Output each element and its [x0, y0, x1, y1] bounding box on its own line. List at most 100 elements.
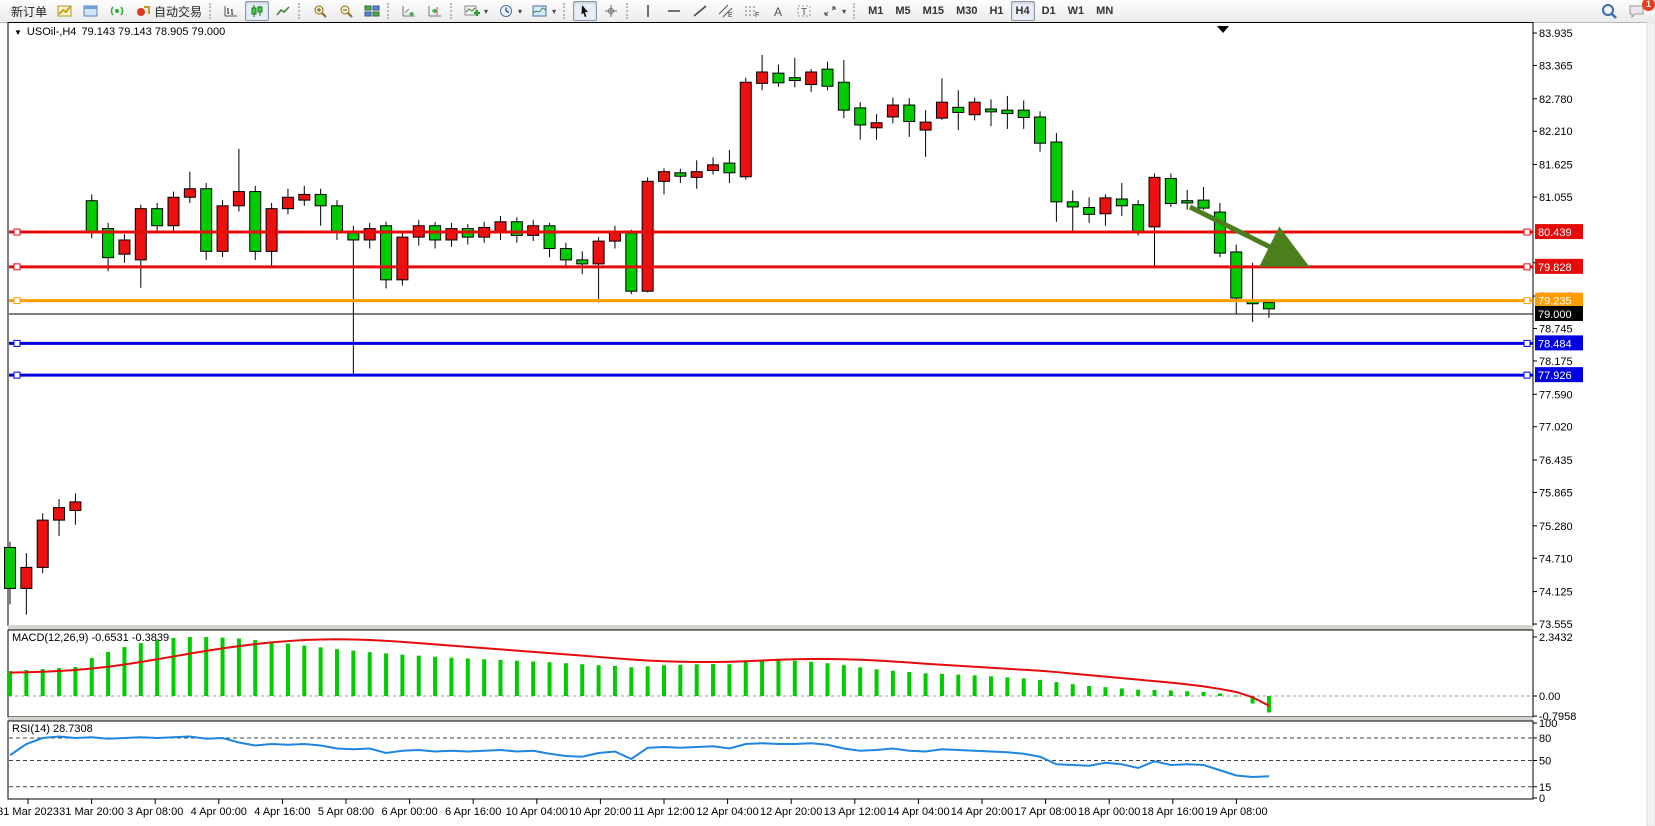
textT-icon: T	[796, 4, 812, 18]
rsi-scale-label: 0	[1539, 793, 1545, 805]
timeframe-m15[interactable]: M15	[918, 1, 949, 21]
timeframe-h4[interactable]: H4	[1011, 1, 1035, 21]
macd-histogram-bar	[548, 662, 552, 696]
profiles-button[interactable]	[79, 1, 103, 21]
line-handle[interactable]	[1524, 298, 1530, 304]
candles-icon	[249, 4, 265, 18]
crosshair-icon	[603, 4, 619, 18]
new-chart-button[interactable]	[53, 1, 77, 21]
tile-windows-button[interactable]	[360, 1, 384, 21]
templates-button[interactable]: ▾	[528, 1, 560, 21]
line-handle[interactable]	[1524, 340, 1530, 346]
cursor-button[interactable]	[573, 1, 597, 21]
timeframe-h1[interactable]: H1	[984, 1, 1008, 21]
bluewindow-icon	[83, 4, 99, 18]
macd-histogram-bar	[1022, 678, 1026, 696]
price-tick-label: 82.780	[1539, 94, 1573, 106]
macd-histogram-bar	[973, 675, 977, 696]
auto-scroll-button[interactable]	[397, 1, 421, 21]
macd-histogram-bar	[842, 665, 846, 696]
timeframe-m5[interactable]: M5	[890, 1, 915, 21]
timeframe-w1[interactable]: W1	[1063, 1, 1090, 21]
time-tick-label: 5 Apr 08:00	[318, 806, 374, 818]
time-tick-label: 31 Mar 2023	[0, 806, 59, 818]
timeframe-mn[interactable]: MN	[1091, 1, 1118, 21]
line-handle[interactable]	[14, 298, 20, 304]
crosshair-button[interactable]	[599, 1, 623, 21]
zoom-out-button[interactable]	[334, 1, 358, 21]
toolbar-group-separator	[298, 3, 305, 19]
line-handle[interactable]	[14, 229, 20, 235]
line-handle[interactable]	[1524, 264, 1530, 270]
time-tick-label: 31 Mar 20:00	[59, 806, 124, 818]
macd-scale-label: 2.3432	[1539, 632, 1573, 644]
vline-icon	[640, 4, 656, 18]
candlestick	[626, 230, 637, 294]
notifications-button[interactable]: 1	[1624, 1, 1650, 21]
signals-button[interactable]	[105, 1, 129, 21]
current-price-label: 79.000	[1538, 309, 1572, 321]
dropdown-caret-icon[interactable]: ▾	[552, 7, 556, 16]
price-tick-label: 83.935	[1539, 28, 1573, 40]
window-splitter[interactable]	[8, 625, 1533, 630]
macd-histogram-bar	[1185, 691, 1189, 696]
time-tick-label: 10 Apr 20:00	[569, 806, 631, 818]
new-order-button[interactable]: 新订单	[7, 1, 51, 21]
window-splitter[interactable]	[8, 717, 1533, 721]
macd-histogram-bar	[155, 640, 159, 696]
zoom-in-button[interactable]	[308, 1, 332, 21]
timeframe-m30[interactable]: M30	[951, 1, 982, 21]
search-button[interactable]	[1596, 1, 1622, 21]
time-tick-label: 18 Apr 00:00	[1078, 806, 1140, 818]
equidistant-channel-button[interactable]: E	[714, 1, 738, 21]
vertical-line-button[interactable]	[636, 1, 660, 21]
arrows-button[interactable]: ▾	[818, 1, 850, 21]
candlestick-chart-button[interactable]	[245, 1, 269, 21]
macd-histogram-bar	[57, 668, 61, 696]
dropdown-caret-icon[interactable]: ▾	[518, 7, 522, 16]
horizontal-line-button[interactable]	[662, 1, 686, 21]
chart-title: ▼ USOil-,H4 79.143 79.143 78.905 79.000	[14, 26, 225, 38]
periods-button[interactable]: ▾	[494, 1, 526, 21]
bar-chart-button[interactable]	[219, 1, 243, 21]
time-tick-label: 18 Apr 16:00	[1142, 806, 1204, 818]
svg-text:A: A	[774, 5, 782, 18]
macd-histogram-bar	[695, 664, 699, 696]
chart-shift-button[interactable]	[423, 1, 447, 21]
macd-histogram-bar	[678, 665, 682, 696]
trendline-button[interactable]	[688, 1, 712, 21]
macd-histogram-bar	[1202, 692, 1206, 696]
price-tick-label: 76.435	[1539, 455, 1573, 467]
dropdown-caret-icon[interactable]: ▾	[842, 7, 846, 16]
line-handle[interactable]	[1524, 372, 1530, 378]
macd-histogram-bar	[1169, 690, 1173, 696]
macd-histogram-bar	[1038, 680, 1042, 696]
text-button[interactable]: A	[766, 1, 790, 21]
macd-histogram-bar	[482, 659, 486, 696]
textA-icon: A	[770, 4, 786, 18]
fibonacci-button[interactable]: F	[740, 1, 764, 21]
auto-trading-button[interactable]: 自动交易	[131, 1, 206, 21]
toolbar-group-separator	[387, 3, 394, 19]
line-handle[interactable]	[14, 264, 20, 270]
chart-menu-arrow-icon[interactable]: ▼	[14, 28, 22, 37]
time-tick-label: 17 Apr 08:00	[1014, 806, 1076, 818]
line-handle[interactable]	[1524, 229, 1530, 235]
goldchart-icon	[57, 4, 73, 18]
timeframe-d1[interactable]: D1	[1037, 1, 1061, 21]
price-tick-label: 74.710	[1539, 553, 1573, 565]
text-label-button[interactable]: T	[792, 1, 816, 21]
time-tick-label: 11 Apr 12:00	[633, 806, 695, 818]
line-chart-button[interactable]	[271, 1, 295, 21]
candlestick	[740, 78, 751, 180]
chart-window: 83.93583.36582.78082.21081.62581.05579.9…	[0, 22, 1655, 826]
timeframe-m1[interactable]: M1	[863, 1, 888, 21]
macd-histogram-bar	[286, 644, 290, 696]
toolbar-group-separator	[450, 3, 457, 19]
macd-histogram-bar	[253, 640, 257, 696]
indicators-button[interactable]: ▾	[460, 1, 492, 21]
time-tick-label: 4 Apr 16:00	[254, 806, 310, 818]
line-handle[interactable]	[14, 372, 20, 378]
dropdown-caret-icon[interactable]: ▾	[484, 7, 488, 16]
line-handle[interactable]	[14, 340, 20, 346]
